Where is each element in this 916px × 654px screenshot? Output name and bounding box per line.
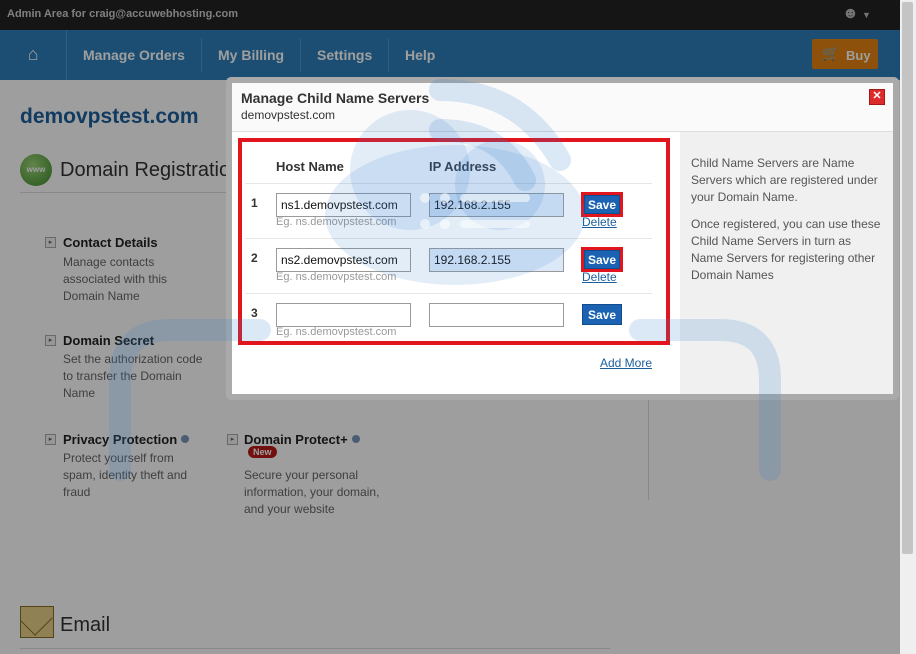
add-more-link[interactable]: Add More — [600, 356, 652, 370]
info-text-1: Child Name Servers are Name Servers whic… — [691, 156, 878, 204]
dialog-body: Manage Child Name Servers demovpstest.co… — [232, 83, 893, 394]
dialog-title: Manage Child Name Servers — [241, 90, 430, 106]
info-text-2: Once registered, you can use these Child… — [691, 217, 881, 282]
child-name-servers-dialog: Manage Child Name Servers demovpstest.co… — [226, 77, 899, 400]
highlight-annotation-box — [238, 138, 670, 345]
close-icon[interactable]: ✕ — [869, 89, 885, 105]
dialog-header: Manage Child Name Servers demovpstest.co… — [232, 83, 893, 132]
scrollbar-thumb[interactable] — [902, 2, 913, 554]
dialog-subtitle: demovpstest.com — [241, 108, 336, 122]
info-panel: Child Name Servers are Name Servers whic… — [680, 132, 893, 394]
